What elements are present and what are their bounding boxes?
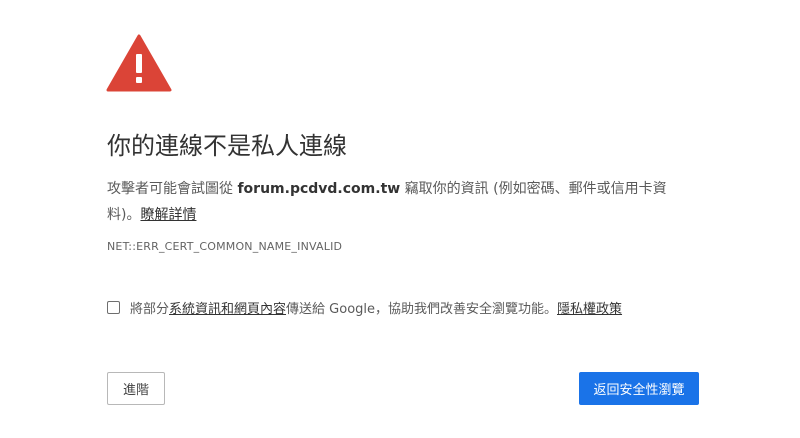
ssl-interstitial-page: 你的連線不是私人連線 攻擊者可能會試圖從 forum.pcdvd.com.tw … bbox=[0, 0, 800, 438]
warning-triangle-icon bbox=[106, 34, 172, 92]
learn-more-link[interactable]: 瞭解詳情 bbox=[140, 207, 196, 223]
explanation-prefix: 攻擊者可能會試圖從 bbox=[107, 181, 233, 197]
report-checkbox[interactable] bbox=[107, 301, 120, 314]
explanation-text: 攻擊者可能會試圖從 forum.pcdvd.com.tw 竊取你的資訊 (例如密… bbox=[107, 176, 697, 228]
system-info-link[interactable]: 系統資訊和網頁內容 bbox=[169, 298, 286, 317]
advanced-button[interactable]: 進階 bbox=[107, 372, 165, 405]
report-prefix: 將部分 bbox=[130, 302, 170, 317]
safe-browsing-report-row: 將部分 系統資訊和網頁內容 傳送給 Google，協助我們改善安全瀏覽功能。 隱私權政… bbox=[107, 298, 622, 317]
privacy-policy-link[interactable]: 隱私權政策 bbox=[557, 298, 622, 317]
back-to-safety-button[interactable]: 返回安全性瀏覽 bbox=[579, 372, 699, 405]
report-middle: 傳送給 Google，協助我們改善安全瀏覽功能。 bbox=[286, 302, 558, 317]
error-code: NET::ERR_CERT_COMMON_NAME_INVALID bbox=[107, 240, 343, 253]
hostname: forum.pcdvd.com.tw bbox=[237, 181, 401, 197]
page-title: 你的連線不是私人連線 bbox=[107, 132, 347, 160]
